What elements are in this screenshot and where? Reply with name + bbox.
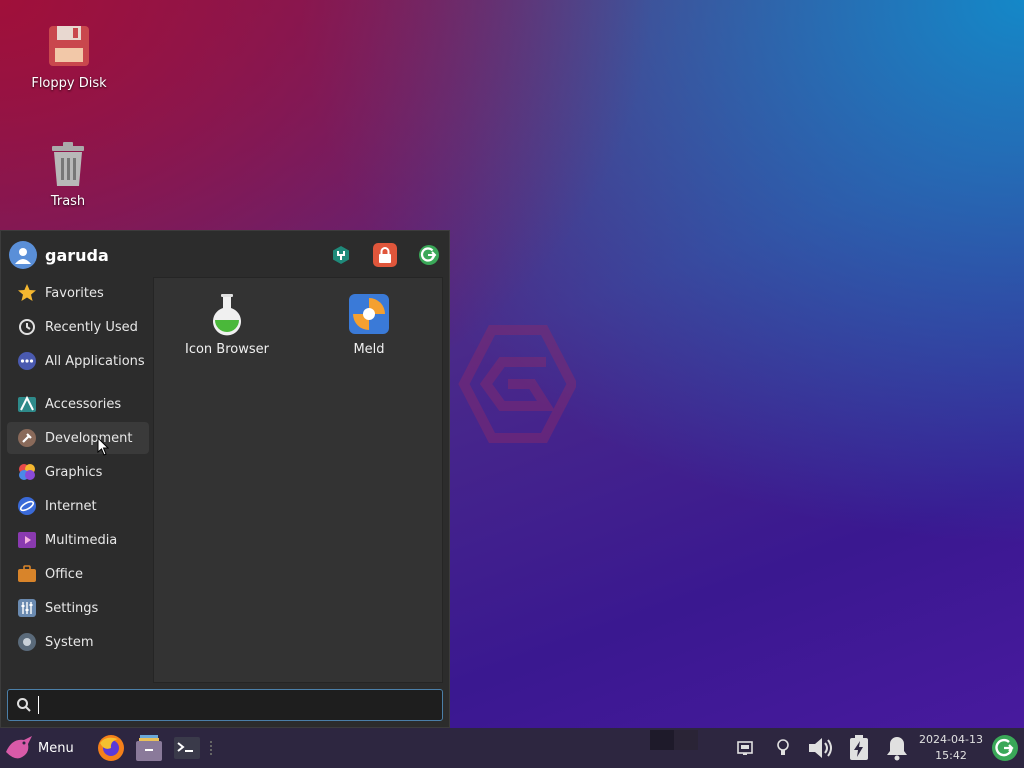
category-all-applications[interactable]: All Applications — [7, 345, 149, 377]
mouse-cursor-icon — [97, 436, 110, 461]
category-label: Multimedia — [45, 532, 118, 548]
category-development[interactable]: Development — [7, 422, 149, 454]
meld-icon — [347, 292, 391, 336]
notifications-tray-button[interactable] — [878, 728, 916, 768]
category-system[interactable]: System — [7, 626, 149, 658]
notification-bell-icon — [887, 737, 907, 761]
clock-icon — [17, 317, 37, 337]
category-favorites[interactable]: Favorites — [7, 277, 149, 309]
app-icon-browser[interactable]: Icon Browser — [172, 292, 282, 357]
category-label: Development — [45, 430, 133, 446]
clock[interactable]: 2024-04-13 15:42 — [916, 732, 986, 764]
application-grid: Icon Browser Meld — [153, 277, 443, 683]
lightbulb-icon — [777, 739, 789, 755]
session-logout-button[interactable] — [986, 728, 1024, 768]
launcher-file-manager[interactable] — [130, 728, 168, 768]
workspace-1[interactable] — [650, 730, 674, 750]
launcher-firefox[interactable] — [92, 728, 130, 768]
category-separator — [7, 379, 149, 388]
redshift-tray-button[interactable] — [764, 728, 802, 768]
firefox-icon — [97, 735, 124, 761]
all-apps-icon — [17, 351, 37, 371]
category-label: Favorites — [45, 285, 104, 301]
logout-icon — [419, 245, 439, 265]
menu-label: Menu — [38, 740, 74, 756]
desktop-icon-label: Floppy Disk — [31, 76, 107, 91]
category-label: Internet — [45, 498, 97, 514]
logout-icon — [992, 735, 1018, 761]
search-icon — [16, 697, 32, 713]
category-label: Settings — [45, 600, 99, 616]
taskbar: Menu 2024-04-13 15:42 — [0, 728, 1024, 768]
floppy-disk-icon — [45, 22, 93, 70]
garuda-eagle-icon — [4, 734, 34, 762]
network-wired-icon — [737, 741, 753, 755]
volume-icon — [809, 738, 832, 758]
lock-screen-button[interactable] — [373, 243, 397, 267]
application-menu: garuda Favorites Recently Used All Appli… — [0, 230, 450, 728]
category-multimedia[interactable]: Multimedia — [7, 524, 149, 556]
trash-icon — [44, 140, 92, 188]
file-manager-icon — [135, 735, 162, 761]
system-tray: 2024-04-13 15:42 — [650, 728, 1024, 768]
menu-header: garuda — [1, 231, 449, 279]
category-internet[interactable]: Internet — [7, 490, 149, 522]
terminal-icon — [173, 737, 200, 759]
desktop-icon-floppy-disk[interactable]: Floppy Disk — [19, 22, 119, 91]
battery-charging-icon — [850, 735, 868, 760]
system-icon — [17, 632, 37, 652]
flask-icon — [205, 292, 249, 336]
search-input[interactable] — [39, 696, 442, 714]
launcher-terminal[interactable] — [168, 728, 206, 768]
office-icon — [17, 564, 37, 584]
lock-icon — [379, 247, 391, 263]
garuda-wallpaper-logo — [452, 322, 578, 446]
category-label: Graphics — [45, 464, 103, 480]
star-icon — [17, 283, 37, 303]
volume-tray-button[interactable] — [802, 728, 840, 768]
settings-icon — [17, 598, 37, 618]
clock-date: 2024-04-13 — [919, 733, 983, 746]
app-label: Meld — [353, 342, 385, 357]
category-recently-used[interactable]: Recently Used — [7, 311, 149, 343]
graphics-icon — [17, 462, 37, 482]
multimedia-icon — [17, 530, 37, 550]
desktop-icon-label: Trash — [50, 194, 86, 209]
category-settings[interactable]: Settings — [7, 592, 149, 624]
whisker-menu-button[interactable]: Menu — [0, 728, 78, 768]
category-label: Recently Used — [45, 319, 138, 335]
category-accessories[interactable]: Accessories — [7, 388, 149, 420]
accessories-icon — [17, 394, 37, 414]
logout-button[interactable] — [417, 243, 441, 267]
panel-handle-icon[interactable] — [209, 741, 218, 755]
category-graphics[interactable]: Graphics — [7, 456, 149, 488]
app-label: Icon Browser — [185, 342, 269, 357]
workspace-2[interactable] — [674, 730, 698, 750]
category-label: Accessories — [45, 396, 122, 412]
desktop-icon-trash[interactable]: Trash — [18, 140, 118, 209]
network-tray-button[interactable] — [726, 728, 764, 768]
clock-time: 15:42 — [935, 749, 967, 762]
user-avatar-icon — [9, 241, 37, 269]
settings-manager-icon — [333, 246, 349, 264]
internet-icon — [17, 496, 37, 516]
power-tray-button[interactable] — [840, 728, 878, 768]
username: garuda — [45, 245, 109, 265]
settings-manager-button[interactable] — [329, 243, 353, 267]
workspace-switcher[interactable] — [650, 728, 698, 768]
menu-search-bar[interactable] — [7, 689, 443, 721]
category-label: Office — [45, 566, 83, 582]
category-label: System — [45, 634, 94, 650]
development-icon — [17, 428, 37, 448]
category-list: Favorites Recently Used All Applications… — [7, 277, 149, 660]
category-label: All Applications — [45, 353, 145, 369]
category-office[interactable]: Office — [7, 558, 149, 590]
app-meld[interactable]: Meld — [314, 292, 424, 357]
